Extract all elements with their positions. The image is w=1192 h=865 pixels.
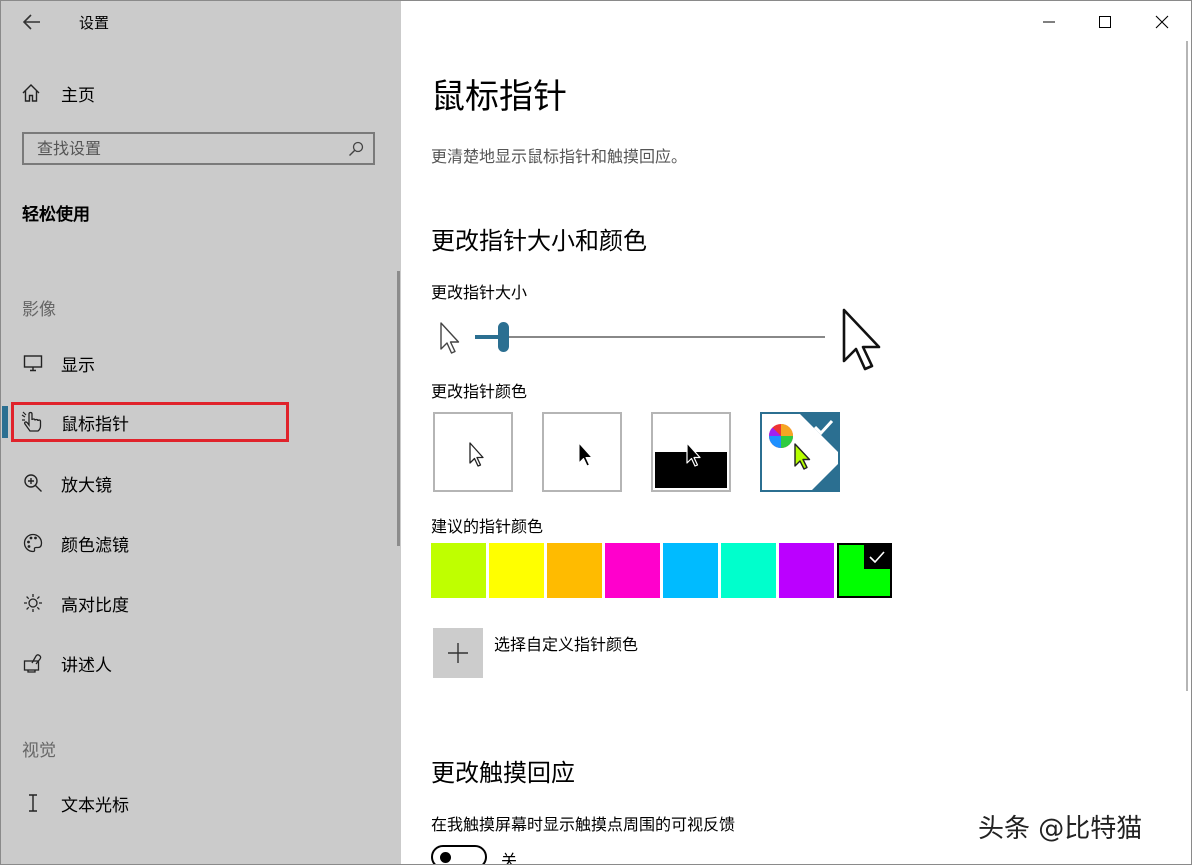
suggested-colors-label: 建议的指针颜色	[431, 517, 544, 536]
color-swatch[interactable]	[779, 543, 834, 598]
white-pointer-icon	[469, 442, 484, 467]
sidebar-item-text-cursor[interactable]: 文本光标	[11, 783, 289, 823]
minimize-icon	[1043, 21, 1055, 23]
selection-indicator	[2, 406, 8, 438]
black-pointer-icon	[578, 442, 593, 467]
minimize-button[interactable]	[1031, 7, 1067, 37]
page-title: 鼠标指针	[431, 77, 567, 117]
custom-color-label[interactable]: 选择自定义指针颜色	[494, 631, 638, 655]
sidebar-item-label: 讲述人	[61, 655, 112, 676]
sidebar-item-label: 主页	[61, 85, 95, 106]
sun-icon	[21, 593, 45, 613]
sidebar-item-mouse-pointer[interactable]: 鼠标指针	[11, 402, 289, 442]
inverted-pointer-icon	[655, 442, 727, 488]
pointer-color-custom[interactable]	[760, 412, 840, 492]
maximize-button[interactable]	[1087, 7, 1123, 37]
sidebar-item-label: 鼠标指针	[61, 414, 129, 435]
small-pointer-icon	[440, 322, 460, 354]
settings-window: 设置 主页 轻松使用 影像	[0, 0, 1192, 865]
close-button[interactable]	[1144, 7, 1180, 37]
section-title: 轻松使用	[22, 205, 90, 225]
touch-feedback-toggle[interactable]	[431, 845, 487, 864]
magnifier-icon	[21, 473, 45, 493]
search-box	[22, 132, 375, 165]
checkmark-icon	[864, 545, 890, 569]
sidebar-item-label: 文本光标	[61, 795, 129, 816]
sidebar-item-narrator[interactable]: 讲述人	[11, 643, 289, 683]
touch-heading: 更改触摸回应	[431, 759, 575, 787]
back-arrow-icon	[23, 14, 40, 30]
sidebar-item-display[interactable]: 显示	[11, 343, 289, 383]
app-title: 设置	[79, 14, 110, 32]
sidebar-scrollbar[interactable]	[397, 271, 400, 546]
pointer-color-white[interactable]	[433, 412, 513, 492]
color-swatch[interactable]	[721, 543, 776, 598]
home-icon	[21, 83, 43, 103]
color-swatch[interactable]	[837, 543, 892, 598]
sidebar-item-high-contrast[interactable]: 高对比度	[11, 583, 289, 623]
watermark: 头条 @比特猫	[978, 814, 1143, 844]
slider-thumb[interactable]	[498, 322, 509, 352]
plus-icon	[448, 643, 468, 663]
page-description: 更清楚地显示鼠标指针和触摸回应。	[431, 147, 688, 166]
group-label-vision-2: 视觉	[22, 741, 56, 761]
text-cursor-icon	[21, 793, 45, 813]
pointer-color-black[interactable]	[542, 412, 622, 492]
pointer-color-inverted[interactable]	[651, 412, 731, 492]
sidebar-item-magnifier[interactable]: 放大镜	[11, 463, 289, 503]
main-scrollbar[interactable]	[1186, 41, 1188, 691]
group-label-vision: 影像	[22, 300, 56, 320]
color-swatch[interactable]	[663, 543, 718, 598]
suggested-colors	[431, 543, 895, 598]
narrator-icon	[21, 653, 45, 673]
sidebar-item-label: 放大镜	[61, 475, 112, 496]
toggle-state-label: 关	[501, 851, 518, 865]
custom-color-pointer-icon	[768, 414, 838, 490]
slider-track	[475, 336, 825, 338]
touch-feedback-label: 在我触摸屏幕时显示触摸点周围的可视反馈	[431, 815, 736, 834]
palette-icon	[21, 533, 45, 553]
color-swatch[interactable]	[547, 543, 602, 598]
maximize-icon	[1099, 16, 1111, 28]
color-label: 更改指针颜色	[431, 382, 528, 401]
close-icon	[1155, 15, 1169, 29]
sidebar: 设置 主页 轻松使用 影像	[1, 1, 401, 864]
back-button[interactable]	[15, 9, 49, 35]
size-color-heading: 更改指针大小和颜色	[431, 227, 647, 255]
hand-pointer-icon	[21, 411, 45, 433]
search-input[interactable]	[24, 138, 343, 159]
color-swatch[interactable]	[489, 543, 544, 598]
sidebar-item-label: 显示	[61, 355, 95, 376]
large-pointer-icon	[842, 308, 881, 371]
pointer-size-slider[interactable]	[439, 319, 889, 371]
sidebar-item-label: 颜色滤镜	[61, 535, 129, 556]
sidebar-item-color-filters[interactable]: 颜色滤镜	[11, 523, 289, 563]
toggle-knob	[440, 852, 451, 863]
sidebar-item-home[interactable]: 主页	[11, 73, 311, 113]
main-content: 鼠标指针 更清楚地显示鼠标指针和触摸回应。 更改指针大小和颜色 更改指针大小 更…	[401, 1, 1191, 864]
add-custom-color-button[interactable]	[433, 628, 483, 678]
sidebar-item-label: 高对比度	[61, 595, 129, 616]
monitor-icon	[21, 354, 45, 372]
size-label: 更改指针大小	[431, 283, 528, 302]
color-swatch[interactable]	[605, 543, 660, 598]
color-swatch[interactable]	[431, 543, 486, 598]
search-icon[interactable]	[343, 141, 369, 157]
